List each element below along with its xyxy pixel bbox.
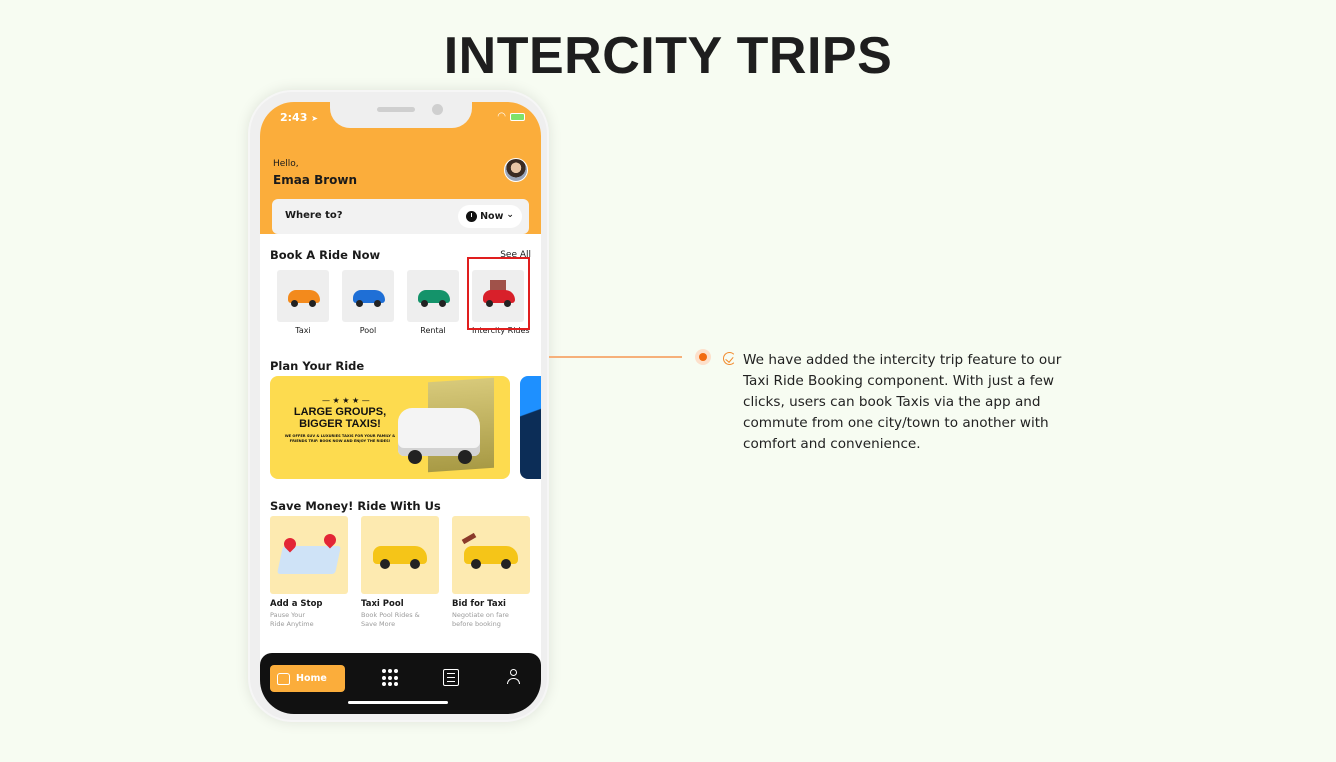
next-banner-peek[interactable] — [520, 376, 541, 479]
ride-option-pool[interactable]: Pool — [342, 270, 394, 335]
tab-home[interactable]: Home — [270, 665, 345, 692]
callout-dot-inner — [699, 353, 707, 361]
promo-title: Add a Stop — [270, 599, 323, 609]
section-title-save-money: Save Money! Ride With Us — [270, 499, 441, 513]
promo-tile — [270, 516, 348, 594]
suv-image — [398, 408, 480, 464]
location-arrow-icon: ➤ — [311, 114, 318, 123]
ride-option-rental[interactable]: Rental — [407, 270, 459, 335]
user-name: Emaa Brown — [273, 173, 358, 187]
time-text: 2:43 — [280, 111, 308, 124]
phone-notch — [330, 102, 472, 128]
status-icons: ◠ — [497, 111, 525, 122]
taxi-icon — [373, 546, 427, 569]
banner-stars: — ★ ★ ★ — — [322, 396, 370, 405]
time-selector-label: Now — [480, 211, 504, 222]
taxi-car-icon — [288, 290, 320, 307]
banner-headline: LARGE GROUPS, BIGGER TAXIS! — [293, 406, 387, 430]
home-indicator — [348, 701, 448, 704]
connector-line — [549, 356, 682, 358]
rental-car-icon — [418, 290, 450, 307]
ride-label: Pool — [359, 326, 377, 335]
intercity-highlight-box — [467, 257, 530, 330]
grid-menu-icon[interactable] — [382, 669, 400, 687]
clock-icon — [466, 211, 478, 222]
promo-subtitle: Pause Your Ride Anytime — [270, 611, 314, 628]
promo-card-taxi-pool[interactable]: Taxi Pool Book Pool Rides & Save More — [361, 516, 439, 629]
home-icon — [277, 672, 290, 685]
page-title: INTERCITY TRIPS — [443, 27, 893, 85]
speaker — [377, 107, 415, 112]
check-circle-icon — [723, 352, 736, 365]
promo-title: Taxi Pool — [361, 599, 404, 609]
greeting: Hello, — [273, 159, 299, 169]
feature-description: We have added the intercity trip feature… — [743, 352, 1062, 452]
section-title-plan-ride: Plan Your Ride — [270, 359, 365, 373]
time-selector[interactable]: Now ⌄ — [458, 205, 522, 228]
tab-home-label: Home — [296, 673, 327, 684]
promo-banner[interactable]: — ★ ★ ★ — LARGE GROUPS, BIGGER TAXIS! WE… — [270, 376, 510, 479]
destination-search[interactable]: Where to? Now ⌄ — [272, 199, 529, 234]
ride-option-taxi[interactable]: Taxi — [277, 270, 329, 335]
taxi-icon — [464, 546, 518, 569]
avatar[interactable] — [504, 158, 528, 182]
section-title-book-ride: Book A Ride Now — [270, 248, 381, 262]
ride-tile — [407, 270, 459, 322]
bottom-tab-bar: Home — [260, 653, 541, 714]
profile-icon[interactable] — [504, 669, 522, 687]
promo-card-bid-taxi[interactable]: Bid for Taxi Negotiate on fare before bo… — [452, 516, 530, 629]
promo-subtitle: Book Pool Rides & Save More — [361, 611, 420, 628]
ride-label: Rental — [420, 326, 446, 335]
battery-charging-icon — [510, 112, 525, 121]
map-icon — [277, 546, 341, 574]
status-time: 2:43 ➤ — [280, 111, 318, 124]
chevron-down-icon: ⌄ — [506, 209, 514, 220]
banner-subtext: WE OFFER SUV & LUXURIES TAXIS FOR YOUR F… — [284, 434, 396, 443]
promo-subtitle: Negotiate on fare before booking — [452, 611, 509, 628]
phone-mockup: 2:43 ➤ ◠ Hello, Emaa Brown Where to? Now… — [248, 90, 549, 722]
gavel-icon — [461, 532, 477, 545]
ride-tile — [342, 270, 394, 322]
promo-tile — [361, 516, 439, 594]
checklist-icon[interactable] — [443, 669, 459, 686]
phone-screen: 2:43 ➤ ◠ Hello, Emaa Brown Where to? Now… — [260, 102, 541, 714]
promo-tile — [452, 516, 530, 594]
ride-tile — [277, 270, 329, 322]
wifi-icon: ◠ — [497, 111, 506, 122]
callout-dot — [695, 349, 711, 365]
promo-card-add-stop[interactable]: Add a Stop Pause Your Ride Anytime — [270, 516, 348, 629]
search-label: Where to? — [285, 210, 343, 221]
camera — [432, 104, 443, 115]
ride-label: Taxi — [295, 326, 311, 335]
pool-car-icon — [353, 290, 385, 307]
promo-title: Bid for Taxi — [452, 599, 506, 609]
